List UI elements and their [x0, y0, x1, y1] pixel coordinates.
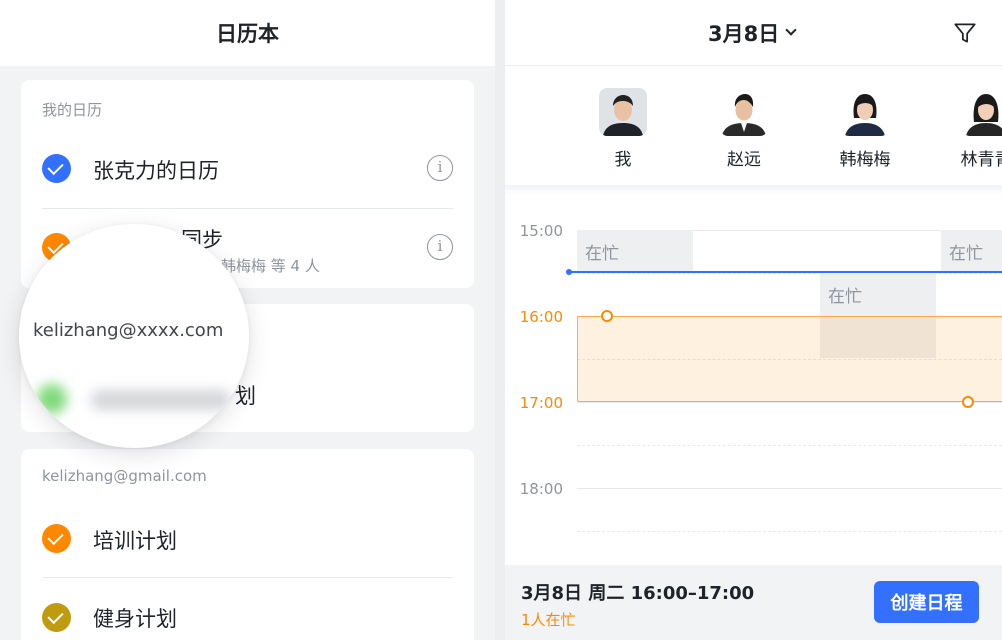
attendee-name: 我 — [614, 150, 632, 170]
date-label: 3月8日 — [708, 22, 780, 46]
half-hour-gridline — [577, 445, 1002, 446]
filter-icon[interactable] — [952, 20, 978, 46]
left-header: 日历本 — [0, 0, 495, 66]
attendee-strip-shadow — [505, 185, 1002, 195]
selected-time-range[interactable] — [577, 316, 1002, 402]
avatar — [599, 88, 647, 136]
blurred-text — [91, 390, 231, 410]
magnifier-lens: kelizhang@xxxx.com — [19, 224, 249, 448]
busy-count: 1人在忙 — [521, 611, 576, 629]
calendar-checkbox[interactable] — [42, 524, 71, 553]
attendee-strip: 我 赵远 韩梅梅 林青 — [505, 67, 1002, 185]
calendar-item-training[interactable]: 培训计划 — [21, 505, 474, 577]
calendar-checkbox[interactable] — [42, 154, 71, 183]
time-label: 15:00 — [519, 222, 563, 240]
attendee-name: 韩梅梅 — [839, 150, 891, 170]
range-start-handle[interactable] — [601, 310, 613, 322]
attendee-zhaoyuan[interactable]: 赵远 — [704, 88, 784, 170]
gmail-calendars-card: kelizhang@gmail.com 培训计划 健身计划 — [21, 449, 474, 640]
avatar — [841, 88, 889, 136]
info-icon[interactable]: i — [427, 234, 453, 260]
right-header: 3月8日 — [505, 0, 1002, 66]
range-end-handle[interactable] — [962, 396, 974, 408]
calendar-item-subtitle: 韩梅梅 等 4 人 — [221, 257, 320, 275]
time-label: 17:00 — [519, 394, 563, 412]
busy-block-linqingqing[interactable]: 在忙 — [941, 230, 1002, 272]
current-time-line — [568, 271, 1002, 273]
calendar-item-fitness[interactable]: 健身计划 — [21, 578, 474, 640]
busy-block-me[interactable]: 在忙 — [577, 230, 693, 272]
calendar-item-label: 培训计划 — [93, 529, 177, 553]
time-label: 18:00 — [519, 480, 563, 498]
schedule-panel: 3月8日 我 赵远 韩梅梅 林青 15:00 16:00 17:00 18:00… — [505, 0, 1002, 640]
half-hour-gridline — [577, 531, 1002, 532]
calendar-checkbox[interactable] — [42, 603, 71, 632]
timeline[interactable]: 15:00 16:00 17:00 18:00 在忙 在忙 在忙 — [505, 195, 1002, 565]
calendar-item-label: 张克力的日历 — [93, 159, 219, 183]
time-label: 16:00 — [519, 308, 563, 326]
avatar — [962, 88, 1002, 136]
chevron-down-icon — [785, 24, 797, 36]
attendee-hanmeimei[interactable]: 韩梅梅 — [825, 88, 905, 170]
panel-divider — [495, 0, 505, 640]
page-title: 日历本 — [216, 22, 279, 46]
current-time-dot — [566, 269, 572, 275]
section-label-my-calendars: 我的日历 — [42, 101, 103, 119]
attendee-name: 林青青 — [960, 150, 1002, 170]
account-email: kelizhang@xxxx.com — [33, 320, 224, 341]
selected-time-summary: 3月8日 周二 16:00–17:00 — [521, 583, 755, 604]
calendar-item-zhangkeli[interactable]: 张克力的日历 i — [21, 140, 474, 208]
create-event-button[interactable]: 创建日程 — [874, 581, 979, 623]
calendar-list-panel: 日历本 我的日历 张克力的日历 i 同步 韩梅梅 等 4 人 i 划 keliz… — [0, 0, 495, 640]
hour-gridline — [577, 402, 1002, 403]
avatar — [720, 88, 768, 136]
calendar-item-label: 划 — [235, 384, 256, 408]
half-hour-gridline — [577, 273, 1002, 274]
info-icon[interactable]: i — [427, 155, 453, 181]
blurred-checkbox — [37, 384, 67, 414]
date-picker[interactable]: 3月8日 — [708, 18, 797, 48]
hour-gridline — [577, 488, 1002, 489]
section-label-gmail: kelizhang@gmail.com — [42, 467, 207, 485]
attendee-me[interactable]: 我 — [583, 88, 663, 170]
attendee-linqingqing[interactable]: 林青青 — [946, 88, 1002, 170]
calendar-item-label: 健身计划 — [93, 607, 177, 631]
attendee-name: 赵远 — [727, 150, 761, 170]
footer-bar: 3月8日 周二 16:00–17:00 1人在忙 创建日程 — [505, 565, 1002, 640]
